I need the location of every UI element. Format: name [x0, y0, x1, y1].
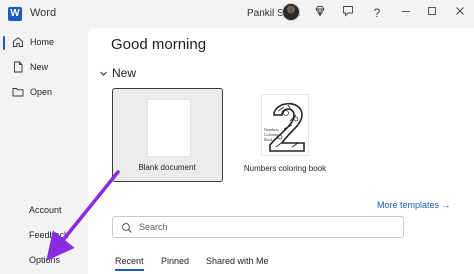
- folder-icon: [12, 86, 24, 98]
- app-title: Word: [30, 7, 57, 19]
- new-document-icon: [12, 61, 24, 73]
- sidebar-item-account[interactable]: Account: [29, 205, 62, 215]
- search-box[interactable]: [112, 216, 404, 238]
- chevron-down-icon[interactable]: [99, 69, 108, 80]
- tab-shared-with-me[interactable]: Shared with Me: [206, 256, 269, 266]
- sidebar-item-label: Open: [30, 87, 53, 97]
- sidebar-item-label: New: [30, 62, 49, 72]
- search-icon: [121, 221, 133, 233]
- more-templates-link[interactable]: More templates →: [377, 200, 451, 210]
- coloring-book-cover-title: Numbers Coloring Book: [264, 127, 279, 142]
- sidebar-item-home[interactable]: Home: [0, 32, 88, 52]
- avatar[interactable]: [282, 3, 300, 21]
- sidebar-item-new[interactable]: New: [0, 57, 88, 77]
- home-icon: [12, 36, 24, 48]
- search-input[interactable]: [139, 220, 389, 234]
- title-bar: W Word Pankil Shah ?: [0, 0, 474, 28]
- tab-recent[interactable]: Recent: [115, 256, 144, 271]
- sidebar-item-options[interactable]: Options: [29, 255, 60, 265]
- sidebar-item-open[interactable]: Open: [0, 82, 88, 102]
- page-title: Good morning: [111, 36, 207, 53]
- template-label[interactable]: Numbers coloring book: [238, 164, 332, 173]
- main-panel: Good morning New Blank document Numbers …: [88, 28, 474, 274]
- blank-page-thumbnail: [147, 99, 191, 157]
- feedback-icon[interactable]: [340, 5, 356, 21]
- word-logo-icon: W: [8, 7, 22, 21]
- help-icon[interactable]: ?: [369, 5, 385, 21]
- sidebar-item-feedback[interactable]: Feedback: [29, 230, 69, 240]
- template-label: Blank document: [138, 163, 196, 172]
- tab-pinned[interactable]: Pinned: [161, 256, 189, 266]
- diamond-icon[interactable]: [312, 5, 328, 21]
- sidebar-item-label: Home: [30, 37, 55, 47]
- coloring-book-cover-art: [269, 102, 305, 152]
- close-icon[interactable]: [452, 5, 468, 21]
- minimize-icon[interactable]: [398, 5, 414, 21]
- template-blank-document[interactable]: Blank document: [112, 88, 223, 182]
- template-numbers-coloring-book-thumbnail[interactable]: Numbers Coloring Book: [261, 94, 309, 156]
- maximize-icon[interactable]: [424, 5, 440, 21]
- sidebar: Home New Open Account Feedback Options: [0, 28, 88, 274]
- section-heading-new: New: [112, 66, 137, 80]
